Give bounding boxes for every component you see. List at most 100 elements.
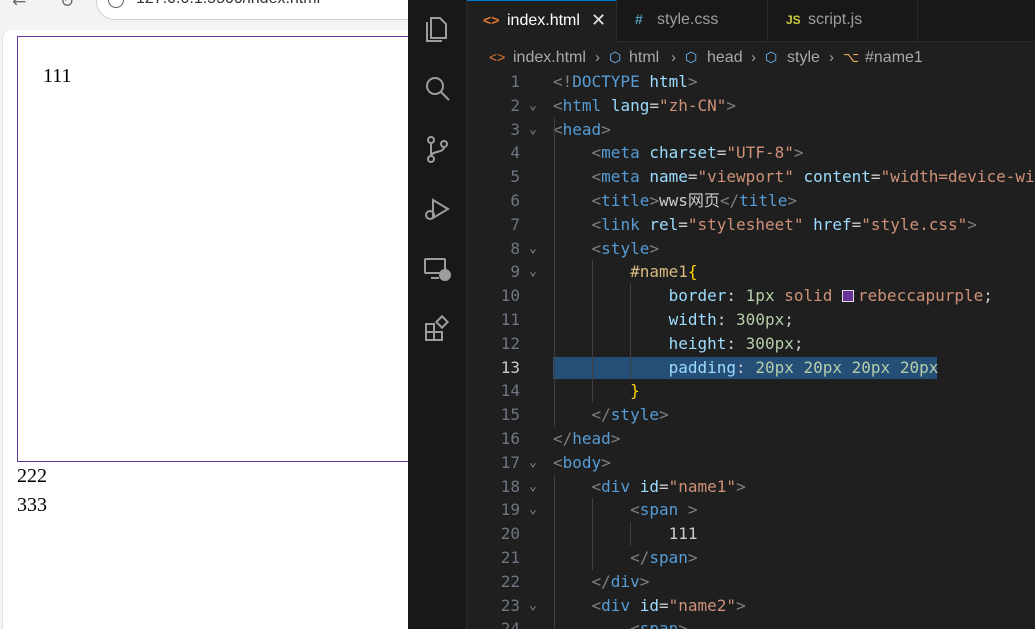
code-text: width: 300px; [668, 310, 794, 329]
explorer-icon[interactable] [422, 14, 452, 44]
fold-chevron-icon[interactable]: ⌄ [529, 475, 537, 499]
tab-label: index.html [507, 12, 580, 29]
browser-window: ← ↻ 127.0.0.1:5500/index.html 111 222 33… [0, 0, 408, 629]
close-icon[interactable]: ✕ [591, 10, 606, 31]
indent-guide [591, 498, 593, 570]
code-line[interactable]: 19 ⌄ <span > [467, 498, 1035, 522]
js-file-icon: JS [786, 13, 801, 27]
line-number: 19 [500, 500, 520, 520]
code-line[interactable]: 10 border: 1px solid rebeccapurple; [467, 284, 1035, 308]
tab-index-html[interactable]: <> index.html ✕ [467, 0, 617, 43]
code-line[interactable]: 4 <meta charset="UTF-8"> [467, 141, 1035, 165]
tab-label: style.css [657, 11, 719, 28]
page-line-333: 333 [17, 494, 47, 516]
line-number: 16 [500, 429, 520, 448]
code-text: <div id="name2"> [591, 595, 746, 615]
line-number: 13 [500, 357, 520, 377]
line-number: 15 [500, 405, 520, 425]
code-line[interactable]: 22 </div> [467, 570, 1035, 594]
code-text: <!DOCTYPE html> [553, 72, 698, 91]
code-text: 111 [668, 524, 698, 544]
code-line[interactable]: 5 <meta name="viewport" content="width=d… [467, 165, 1035, 189]
line-number: 20 [500, 524, 520, 544]
line-number: 7 [510, 214, 520, 234]
html-file-icon: <> [483, 12, 500, 28]
code-text: #name1{ [630, 262, 698, 282]
chevron-right-icon: › [751, 49, 756, 66]
address-url[interactable]: 127.0.0.1:5500/index.html [136, 0, 320, 8]
symbol-selector-icon: ⌥ [843, 49, 860, 65]
back-arrow-icon[interactable]: ← [12, 0, 26, 12]
code-text: padding: 20px 20px 20px 20px [668, 357, 939, 377]
code-line[interactable]: 21 </span> [467, 546, 1035, 570]
code-line[interactable]: 7 <link rel="stylesheet" href="style.css… [467, 213, 1035, 237]
code-text: <meta name="viewport" content="width=dev… [591, 167, 1035, 187]
reload-icon[interactable]: ↻ [60, 0, 74, 12]
tab-style-css[interactable]: # style.css [617, 0, 768, 42]
code-line[interactable]: 13 padding: 20px 20px 20px 20px [467, 356, 1035, 380]
breadcrumb-item-style[interactable]: style [787, 49, 820, 67]
code-line[interactable]: 23 ⌄ <div id="name2"> [467, 594, 1035, 618]
breadcrumb-item-name1[interactable]: #name1 [865, 49, 923, 67]
color-swatch[interactable] [842, 290, 855, 303]
code-text: <div id="name1"> [591, 476, 746, 496]
line-number: 8 [510, 238, 520, 258]
code-line[interactable]: 2 ⌄ <html lang="zh-CN"> [467, 94, 1035, 118]
line-number: 11 [500, 310, 520, 329]
code-text: </span> [630, 548, 698, 567]
chevron-right-icon: › [595, 49, 600, 66]
code-text: <span> [630, 619, 688, 629]
code-text: </head> [553, 429, 621, 448]
code-editor: <> index.html ✕ # style.css JS script.js… [467, 0, 1035, 629]
code-text: </div> [591, 571, 650, 591]
line-number: 5 [510, 167, 520, 187]
code-line[interactable]: 15 </style> [467, 403, 1035, 427]
indent-guide [553, 117, 555, 427]
source-control-icon[interactable] [422, 134, 452, 164]
code-line[interactable]: 24 <span> [467, 617, 1035, 629]
code-line[interactable]: 9 ⌄ #name1{ [467, 260, 1035, 284]
code-line[interactable]: 8 ⌄ <style> [467, 237, 1035, 261]
line-number: 2 [510, 95, 520, 115]
search-icon[interactable] [422, 74, 452, 104]
line-number: 4 [510, 143, 520, 163]
line-number: 18 [500, 476, 520, 496]
code-line[interactable]: 3 ⌄ <head> [467, 118, 1035, 142]
code-line[interactable]: 6 <title>wws网页</title> [467, 189, 1035, 213]
fold-chevron-icon[interactable]: ⌄ [529, 118, 537, 142]
line-number: 24 [500, 619, 520, 629]
fold-chevron-icon[interactable]: ⌄ [529, 594, 537, 618]
code-line[interactable]: 11 width: 300px; [467, 308, 1035, 332]
box-text: 111 [43, 65, 72, 87]
line-number: 17 [500, 452, 520, 472]
code-line[interactable]: 17 ⌄ <body> [467, 451, 1035, 475]
breadcrumb-item-head[interactable]: head [707, 49, 743, 67]
fold-chevron-icon[interactable]: ⌄ [529, 451, 537, 475]
line-number: 21 [500, 548, 520, 567]
remote-explorer-icon[interactable] [422, 254, 452, 284]
chevron-right-icon: › [829, 49, 834, 66]
breadcrumb-item-html[interactable]: html [629, 49, 659, 67]
run-debug-icon[interactable] [422, 194, 452, 224]
code-line[interactable]: 16 </head> [467, 427, 1035, 451]
fold-chevron-icon[interactable]: ⌄ [529, 94, 537, 118]
fold-chevron-icon[interactable]: ⌄ [529, 260, 537, 284]
code-line[interactable]: 1 <!DOCTYPE html> [467, 70, 1035, 94]
fold-chevron-icon[interactable]: ⌄ [529, 498, 537, 522]
tab-script-js[interactable]: JS script.js [768, 0, 918, 42]
code-line[interactable]: 14 } [467, 379, 1035, 403]
indent-guide [630, 284, 631, 380]
code-text: <html lang="zh-CN"> [553, 95, 737, 115]
fold-chevron-icon[interactable]: ⌄ [529, 237, 537, 261]
code-text: <style> [591, 238, 659, 258]
line-number: 23 [500, 595, 520, 615]
code-text: <title>wws网页</title> [591, 191, 797, 210]
code-line[interactable]: 18 ⌄ <div id="name1"> [467, 475, 1035, 499]
code-line[interactable]: 12 height: 300px; [467, 332, 1035, 356]
extensions-icon[interactable] [422, 314, 452, 344]
indent-guide [553, 474, 555, 629]
breadcrumb-item-index-html[interactable]: index.html [513, 49, 586, 67]
symbol-element-icon: ⬡ [609, 49, 622, 65]
code-line[interactable]: 20 111 [467, 522, 1035, 546]
tab-label: script.js [808, 11, 863, 28]
